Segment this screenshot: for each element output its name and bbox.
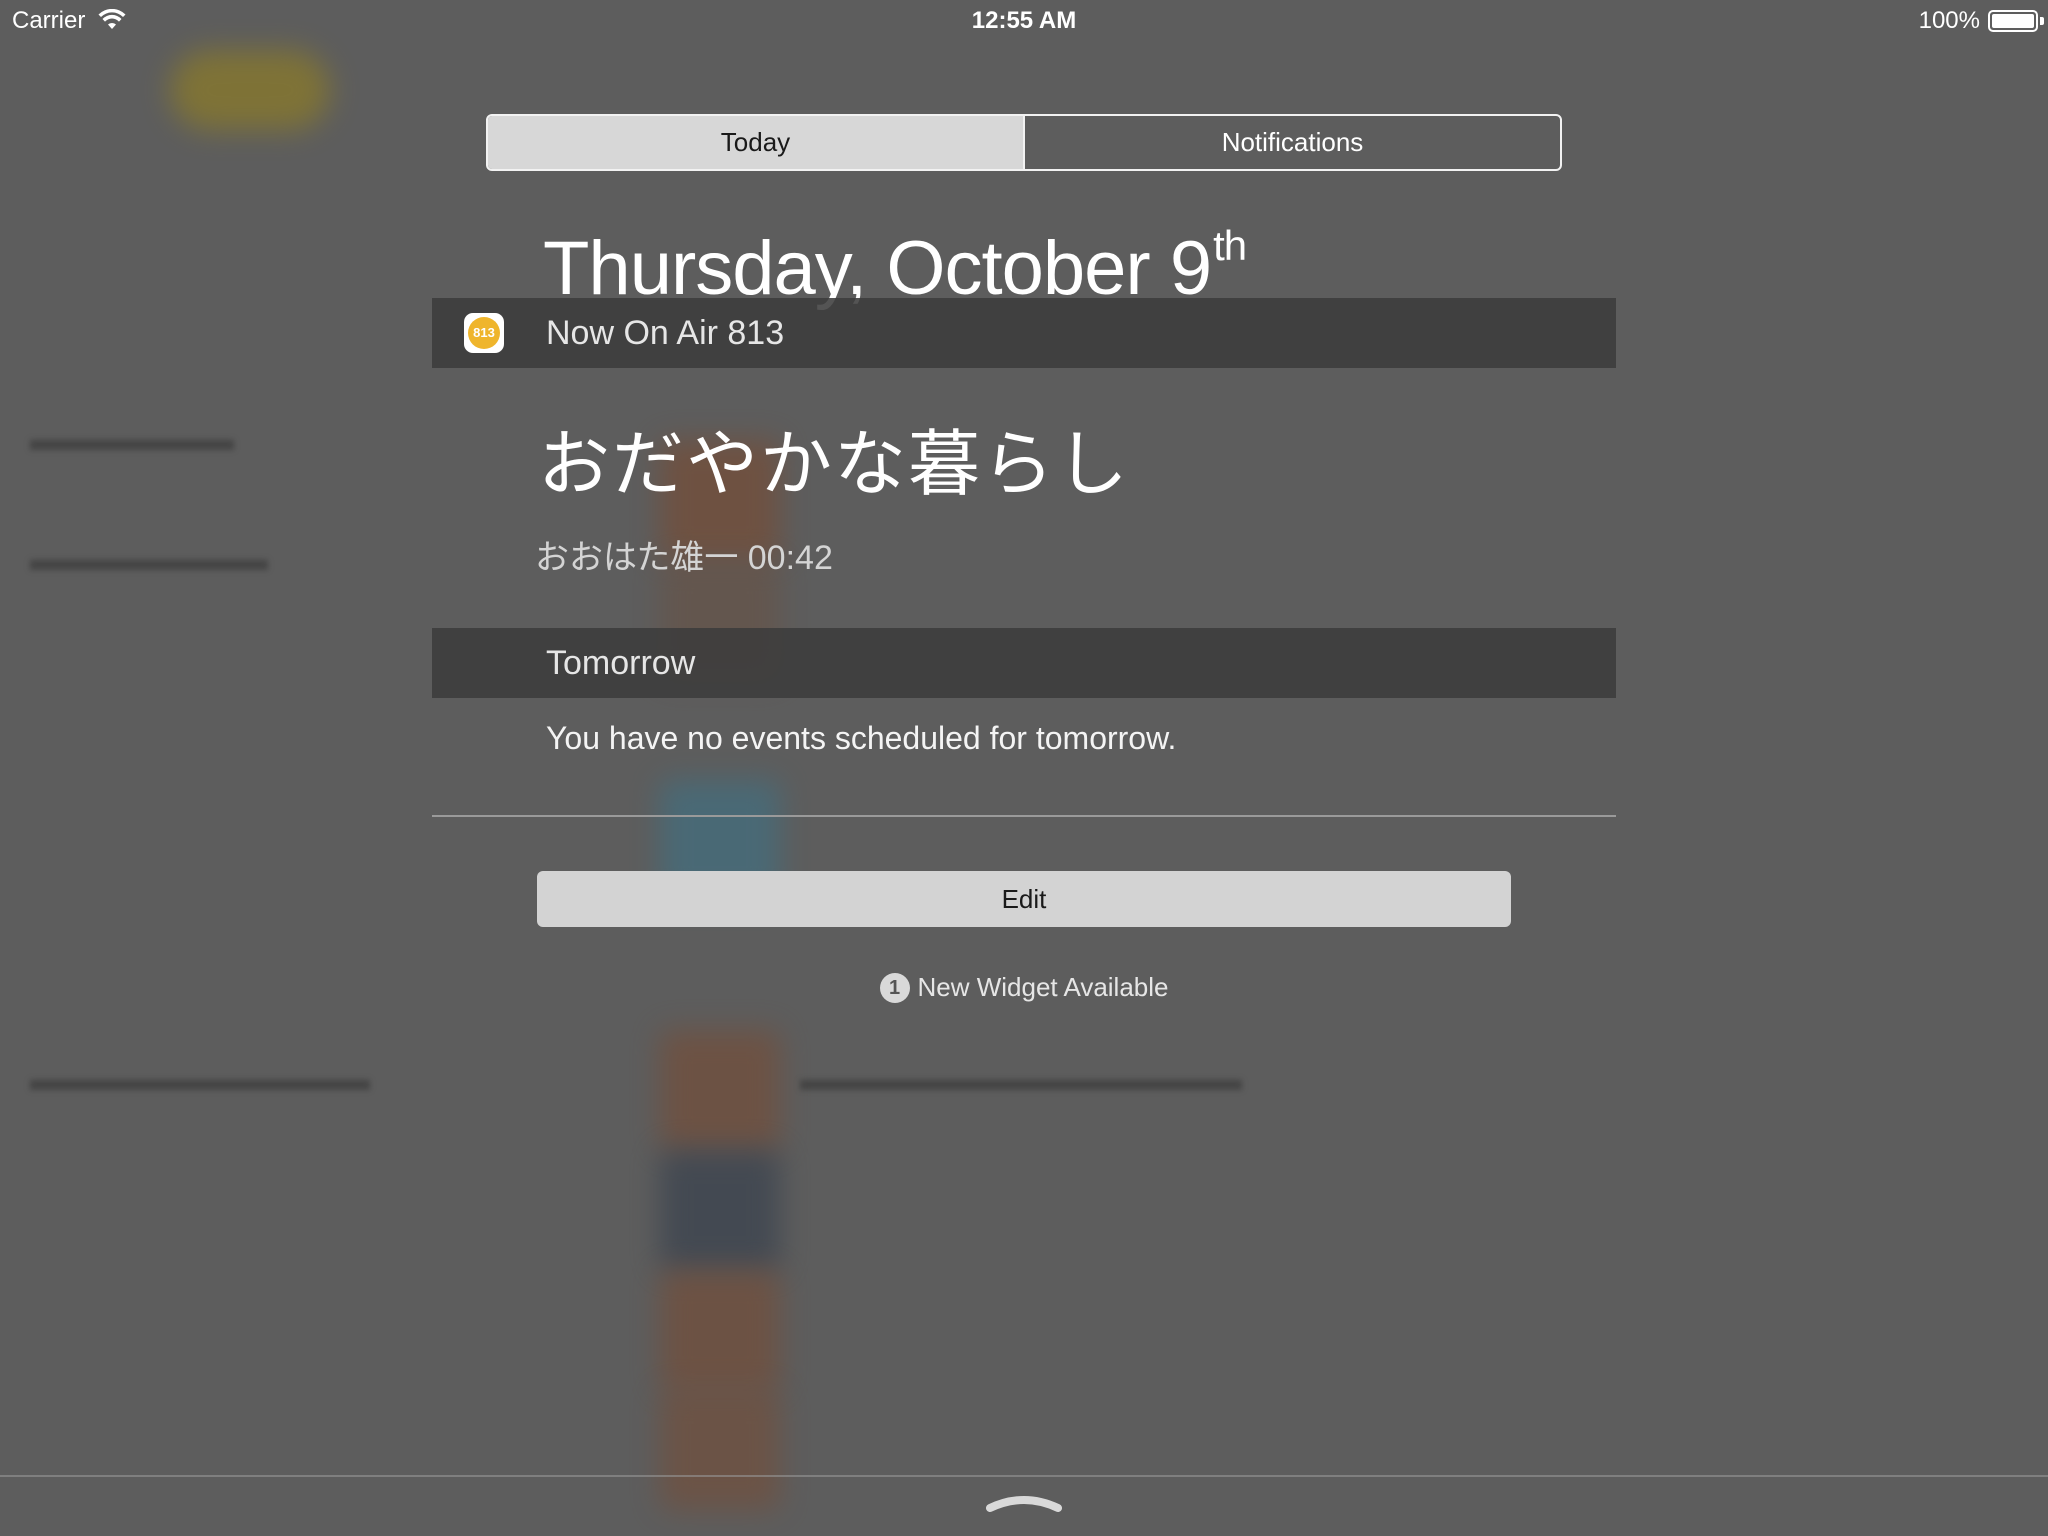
battery-tip (2040, 17, 2044, 25)
divider (432, 815, 1616, 817)
background-blur-shape (660, 1150, 780, 1270)
edit-button[interactable]: Edit (537, 871, 1511, 927)
background-blur-shape (170, 50, 330, 130)
widget-header-now-on-air[interactable]: 813 Now On Air 813 (432, 298, 1616, 368)
tab-notifications[interactable]: Notifications (1023, 116, 1560, 169)
battery-icon (1988, 10, 2038, 32)
song-artist-time: おおはた雄一 00:42 (535, 539, 833, 577)
battery-level-fill (1992, 14, 2034, 28)
background-blur-shape (660, 1030, 780, 1150)
background-blur-shape: ▬▬▬▬▬▬▬▬▬▬ (30, 1060, 370, 1098)
bottom-divider (0, 1475, 2048, 1477)
new-widget-count-badge: 1 (879, 973, 910, 1003)
song-title[interactable]: おだやかな暮らし (538, 405, 1130, 510)
section-header-tomorrow[interactable]: Tomorrow (432, 628, 1616, 698)
today-notifications-segmented-control: Today Notifications (486, 114, 1562, 171)
background-blur-shape (660, 1390, 780, 1510)
background-blur-shape: ▬▬▬▬▬▬ (30, 420, 234, 458)
grabber-handle-icon[interactable] (986, 1490, 1062, 1514)
clock: 12:55 AM (971, 7, 1077, 34)
background-blur-shape: ▬▬▬▬▬▬▬ (30, 540, 268, 578)
section-title: Tomorrow (546, 644, 696, 682)
battery-percent: 100% (1918, 7, 1980, 34)
date-ordinal-suffix: th (1213, 222, 1247, 269)
no-events-message: You have no events scheduled for tomorro… (546, 720, 1177, 756)
status-bar: Carrier 12:55 AM 100% (0, 0, 2048, 40)
new-widget-available[interactable]: 1 New Widget Available (0, 972, 2048, 1003)
tab-today[interactable]: Today (488, 116, 1023, 169)
widget-title: Now On Air 813 (546, 314, 785, 352)
background-blur-shape (660, 1270, 780, 1390)
new-widget-label: New Widget Available (917, 972, 1169, 1002)
background-blur-shape: ▬▬▬▬▬▬▬▬▬▬▬▬▬ (800, 1060, 1242, 1098)
app-icon: 813 (464, 313, 504, 353)
app-icon-badge: 813 (468, 317, 500, 349)
